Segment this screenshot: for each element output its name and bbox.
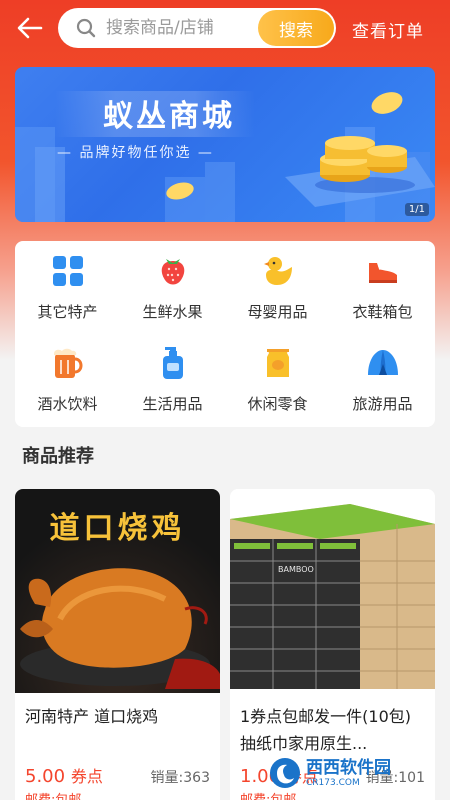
category-label: 旅游用品: [352, 395, 413, 413]
view-orders-link[interactable]: 查看订单: [352, 17, 424, 42]
price-unit: 券点: [70, 767, 103, 786]
product-name: 1券点包邮发一件(10包) 抽纸巾家用原生...: [240, 707, 412, 753]
search-button[interactable]: 搜索: [258, 10, 334, 46]
category-clothes-shoes-bags[interactable]: 衣鞋箱包: [330, 241, 435, 331]
banner-page-indicator: 1/1: [404, 203, 429, 216]
product-sales: 销量:363: [150, 770, 210, 786]
product-image: 道口烧鸡: [15, 489, 220, 693]
watermark-url: CR173.COM: [306, 778, 360, 788]
tissue-boxes-illustration: [230, 504, 435, 689]
product-shipping: 邮费:包邮: [25, 789, 81, 800]
category-label: 衣鞋箱包: [352, 303, 413, 321]
product-price: 5.00 券点: [25, 763, 103, 787]
strawberry-icon: [161, 259, 184, 285]
grid-icon: [52, 256, 83, 286]
price-row: 5.00 券点 销量:363 邮费:包邮: [15, 763, 220, 800]
site-watermark: 西西软件园 CR173.COM: [268, 754, 438, 792]
category-label: 生鲜水果: [142, 303, 203, 321]
search-icon: [76, 17, 98, 39]
category-other-specialties[interactable]: 其它特产: [15, 241, 120, 331]
category-snacks[interactable]: 休闲零食: [225, 333, 330, 423]
duck-icon: [263, 257, 292, 285]
category-grid: 其它特产 生鲜水果 母婴用品 衣鞋箱包 酒水饮料 生活用品 休闲零食 旅游用品: [15, 241, 435, 427]
product-image: BAMBOO: [230, 489, 435, 693]
snack-bag-icon: [266, 349, 289, 377]
search-input[interactable]: [106, 18, 246, 38]
category-baby-products[interactable]: 母婴用品: [225, 241, 330, 331]
pump-bottle-icon: [162, 347, 183, 379]
tent-icon: [367, 350, 398, 375]
beer-icon: [53, 348, 82, 378]
category-label: 母婴用品: [247, 303, 308, 321]
banner-title: 蚁丛商城: [103, 99, 235, 134]
product-card[interactable]: 道口烧鸡 河南特产 道口烧鸡 5.00 券点 销量:363 邮费:包邮: [15, 489, 220, 800]
roast-chicken-illustration: [20, 568, 220, 689]
price-value: 5.00: [25, 766, 66, 787]
category-label: 酒水饮料: [37, 395, 98, 413]
category-label: 休闲零食: [247, 395, 308, 413]
top-bar: 搜索 查看订单: [0, 0, 450, 58]
watermark-logo-icon: [270, 758, 300, 788]
category-label: 生活用品: [142, 395, 203, 413]
section-title-recommended: 商品推荐: [22, 442, 94, 468]
promo-banner[interactable]: 蚁丛商城 — 品牌好物任你选 — 1/1: [15, 67, 435, 222]
category-daily-necessities[interactable]: 生活用品: [120, 333, 225, 423]
product-name: 河南特产 道口烧鸡: [25, 707, 159, 726]
banner-subtitle: — 品牌好物任你选 —: [57, 145, 214, 161]
product-image-brand: BAMBOO: [278, 565, 314, 574]
back-button[interactable]: [14, 12, 46, 44]
category-label: 其它特产: [37, 303, 98, 321]
category-drinks[interactable]: 酒水饮料: [15, 333, 120, 423]
search-box[interactable]: 搜索: [58, 8, 336, 48]
section-title-text: 商品推荐: [22, 446, 94, 467]
shoe-icon: [368, 263, 397, 283]
category-fresh-fruit[interactable]: 生鲜水果: [120, 241, 225, 331]
category-travel-goods[interactable]: 旅游用品: [330, 333, 435, 423]
arrow-left-icon: [17, 17, 43, 39]
watermark-text: 西西软件园: [306, 758, 391, 778]
